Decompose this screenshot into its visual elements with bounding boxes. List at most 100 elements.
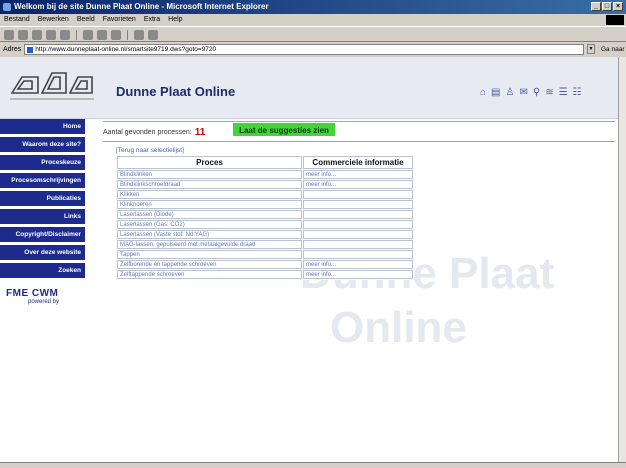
more-info-link[interactable]: meer info... <box>303 170 413 179</box>
menu-favorieten[interactable]: Favorieten <box>103 16 136 26</box>
menu-beeld[interactable]: Beeld <box>77 16 95 26</box>
more-info-link[interactable]: meer info... <box>303 270 413 279</box>
maximize-icon[interactable]: □ <box>602 2 612 11</box>
table-row: Zelftappende schroeven meer info... <box>117 270 413 279</box>
count-value: 11 <box>194 127 206 138</box>
window-title: Welkom bij de site Dunne Plaat Online - … <box>14 2 269 11</box>
table-row: Laserlassen (Diode) <box>117 210 413 219</box>
table-row: Laserlassen (Vaste stof: Nd:YAG) <box>117 230 413 239</box>
home-icon[interactable]: ⌂ <box>480 87 486 98</box>
column-header-proces: Proces <box>117 156 302 169</box>
table-row: Blindklinkschroefdraad meer info... <box>117 180 413 189</box>
process-link[interactable]: Laserlassen (Vaste stof: Nd:YAG) <box>117 230 302 239</box>
address-label: Adres <box>3 45 22 53</box>
fme-cwm-logo[interactable]: FME CWM <box>6 288 85 299</box>
back-icon[interactable] <box>4 30 14 40</box>
process-link[interactable]: Zelfborende en tappende schroeven <box>117 260 302 269</box>
empty-cell <box>303 200 413 209</box>
process-link[interactable]: Blindklinken <box>117 170 302 179</box>
chevron-down-icon[interactable]: ▼ <box>587 44 595 54</box>
address-input[interactable]: http://www.dunneplaat-online.nl/smartsit… <box>24 43 584 55</box>
menubar: Bestand Bewerken Beeld Favorieten Extra … <box>0 14 626 26</box>
process-link[interactable]: Laserlassen (Diode) <box>117 210 302 219</box>
menu-help[interactable]: Help <box>168 16 182 26</box>
search-browser-icon[interactable] <box>83 30 93 40</box>
minimize-icon[interactable]: _ <box>591 2 601 11</box>
more-info-link[interactable]: meer info... <box>303 180 413 189</box>
toolbar-separator <box>76 30 77 40</box>
close-icon[interactable]: × <box>613 2 623 11</box>
process-link[interactable]: MAG-lassen, gepulseerd met metaalgevulde… <box>117 240 302 249</box>
stack-icon[interactable]: ≋ <box>545 87 553 98</box>
result-count: Aantal gevonden processen: 11 <box>103 127 205 138</box>
mail-icon[interactable]: ✉ <box>519 87 527 98</box>
sidebar: Home Waarom deze site? Proceskeuze Proce… <box>0 119 85 462</box>
back-to-selection-link[interactable]: [Terug naar selectielijst] <box>116 147 184 154</box>
person-icon[interactable]: ♙ <box>506 87 515 98</box>
stop-icon[interactable] <box>32 30 42 40</box>
list-icon[interactable]: ☰ <box>559 87 568 98</box>
sidebar-item-links[interactable]: Links <box>0 209 85 224</box>
count-label: Aantal gevonden processen: <box>103 129 192 136</box>
process-link[interactable]: Klinknoeren <box>117 200 302 209</box>
mail-browser-icon[interactable] <box>134 30 144 40</box>
status-bar <box>0 462 626 468</box>
browser-toolbar <box>0 26 626 42</box>
window-controls: _ □ × <box>591 2 623 11</box>
menu-icon[interactable]: ☷ <box>573 87 582 98</box>
empty-cell <box>303 230 413 239</box>
address-bar: Adres http://www.dunneplaat-online.nl/sm… <box>0 42 626 56</box>
windows-logo-icon <box>606 15 624 25</box>
process-link[interactable]: Blindklinkschroefdraad <box>117 180 302 189</box>
toolbar-separator <box>127 30 128 40</box>
process-table: Proces Commerciele informatie Blindklink… <box>116 155 414 280</box>
powered-by-block: FME CWM powered by <box>0 288 85 305</box>
sidebar-item-proceskeuze[interactable]: Proceskeuze <box>0 155 85 170</box>
sidebar-item-over[interactable]: Over deze website <box>0 245 85 260</box>
print-browser-icon[interactable] <box>148 30 158 40</box>
process-link[interactable]: Zelftappende schroeven <box>117 270 302 279</box>
show-suggestions-button[interactable]: Laat de suggesties zien <box>233 123 335 136</box>
sidebar-item-zoeken[interactable]: Zoeken <box>0 263 85 278</box>
sidebar-item-home[interactable]: Home <box>0 119 85 134</box>
forward-icon[interactable] <box>18 30 28 40</box>
ie-icon <box>3 3 11 11</box>
site-header: Dunne Plaat Online ⌂ ▤ ♙ ✉ ⚲ ≋ ☰ ☷ <box>0 57 618 119</box>
empty-cell <box>303 190 413 199</box>
column-header-commercial: Commerciele informatie <box>303 156 413 169</box>
vertical-scrollbar[interactable] <box>618 57 626 462</box>
home-browser-icon[interactable] <box>60 30 70 40</box>
table-row: MAG-lassen, gepulseerd met metaalgevulde… <box>117 240 413 249</box>
more-info-link[interactable]: meer info... <box>303 260 413 269</box>
menu-extra[interactable]: Extra <box>144 16 160 26</box>
table-row: Klinknoeren <box>117 200 413 209</box>
history-icon[interactable] <box>111 30 121 40</box>
process-link[interactable]: Klikken <box>117 190 302 199</box>
menu-bestand[interactable]: Bestand <box>4 16 30 26</box>
table-row: Tappen <box>117 250 413 259</box>
divider <box>103 121 615 122</box>
empty-cell <box>303 220 413 229</box>
print-icon[interactable]: ▤ <box>491 87 500 98</box>
dpo-logo[interactable] <box>8 63 96 107</box>
sidebar-item-procesomschrijvingen[interactable]: Procesomschrijvingen <box>0 173 85 188</box>
process-link[interactable]: Laserlassen (Gas: CO2) <box>117 220 302 229</box>
table-row: Zelfborende en tappende schroeven meer in… <box>117 260 413 269</box>
empty-cell <box>303 250 413 259</box>
empty-cell <box>303 210 413 219</box>
window-titlebar: Welkom bij de site Dunne Plaat Online - … <box>0 0 626 14</box>
web-page: Dunne Plaat Online Dunne Plaat Online ⌂ … <box>0 57 618 462</box>
powered-by-label: powered by <box>28 299 60 305</box>
search-icon[interactable]: ⚲ <box>533 87 540 98</box>
process-link[interactable]: Tappen <box>117 250 302 259</box>
menu-bewerken[interactable]: Bewerken <box>38 16 69 26</box>
divider <box>103 141 615 142</box>
sidebar-item-copyright[interactable]: Copyright/Disclaimer <box>0 227 85 242</box>
sidebar-item-waarom[interactable]: Waarom deze site? <box>0 137 85 152</box>
favorites-icon[interactable] <box>97 30 107 40</box>
table-row: Klikken <box>117 190 413 199</box>
sidebar-item-publicaties[interactable]: Publicaties <box>0 191 85 206</box>
go-button[interactable]: Ga naar <box>598 46 626 53</box>
refresh-icon[interactable] <box>46 30 56 40</box>
table-row: Laserlassen (Gas: CO2) <box>117 220 413 229</box>
